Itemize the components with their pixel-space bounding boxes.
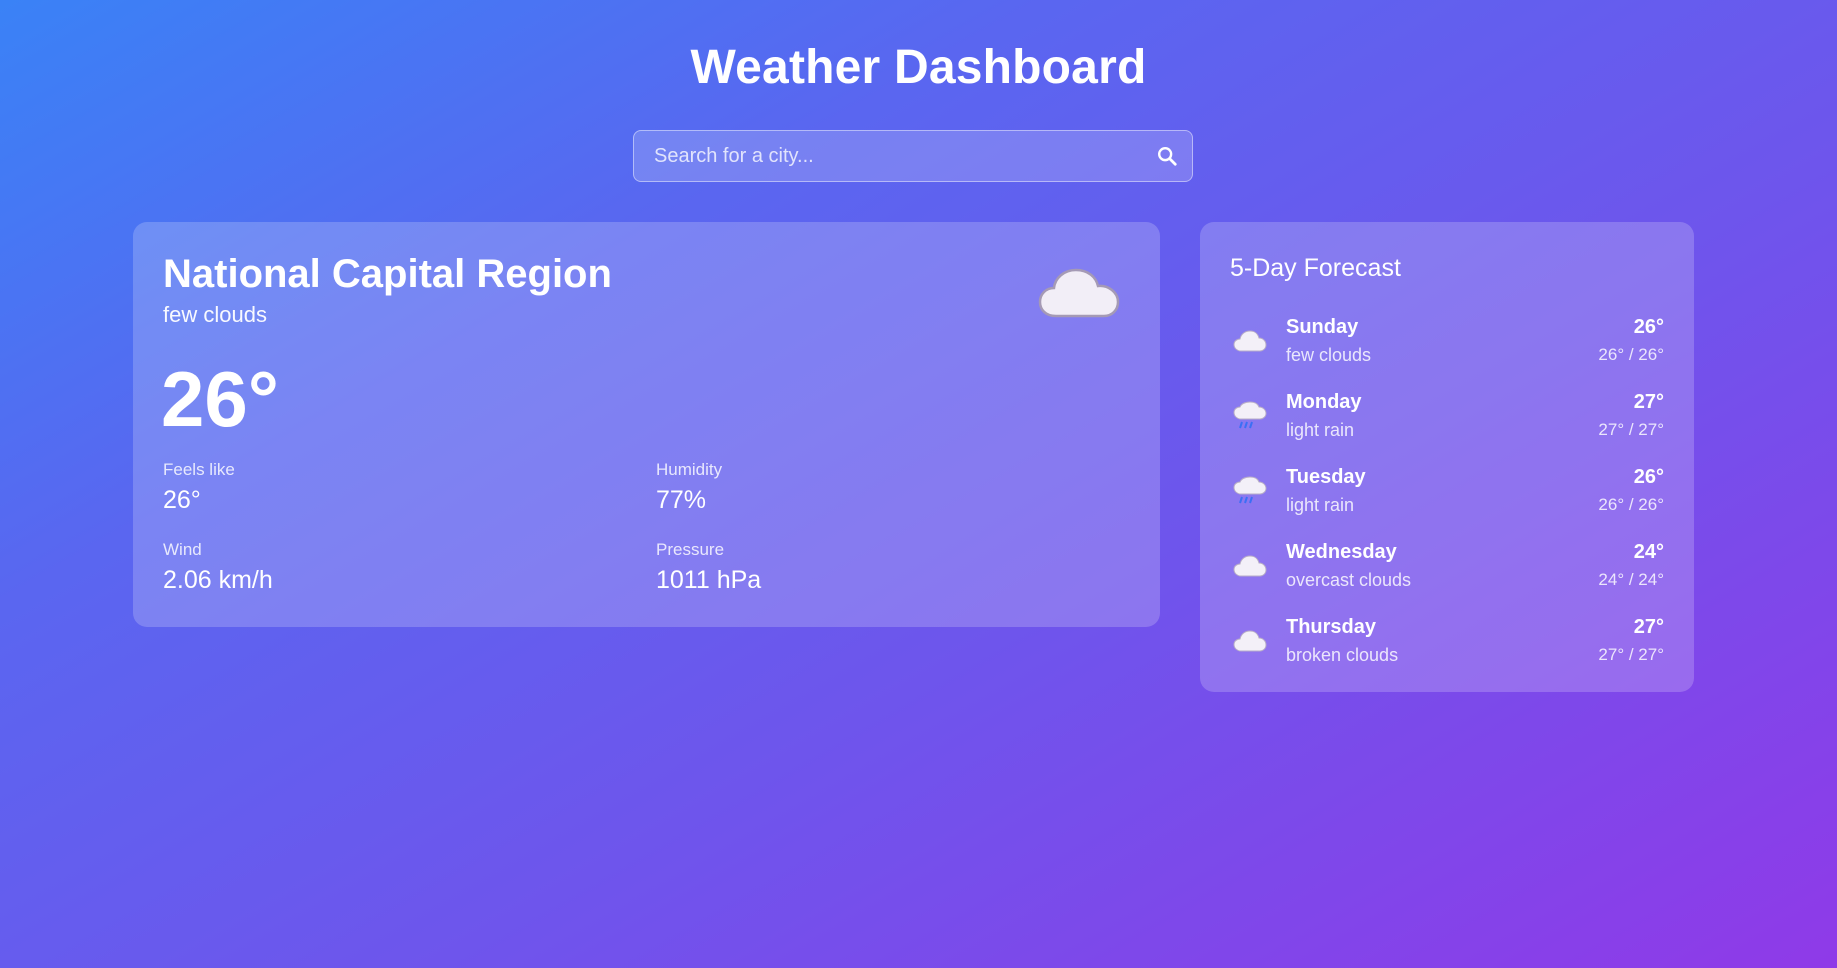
forecast-title: 5-Day Forecast <box>1230 254 1401 282</box>
cloud-icon <box>1230 321 1270 361</box>
current-temperature: 26° <box>161 355 279 443</box>
forecast-description: light rain <box>1286 419 1355 440</box>
city-name: National Capital Region <box>163 252 612 296</box>
forecast-temp: 26° <box>1633 466 1664 488</box>
forecast-row: Wednesday overcast clouds 24° 24° / 24° <box>1230 528 1664 603</box>
stat-label: Pressure <box>656 540 725 559</box>
stat-pressure: Pressure 1011 hPa <box>656 540 761 595</box>
forecast-description: broken clouds <box>1286 644 1399 665</box>
forecast-temp: 24° <box>1633 541 1664 563</box>
forecast-description: few clouds <box>1286 344 1372 365</box>
forecast-day: Tuesday <box>1286 465 1366 488</box>
forecast-row: Sunday few clouds 26° 26° / 26° <box>1230 303 1664 378</box>
forecast-temp: 27° <box>1633 616 1664 638</box>
cloud-icon <box>1038 264 1120 325</box>
stat-humidity: Humidity 77% <box>656 460 722 515</box>
forecast-day: Sunday <box>1286 315 1359 338</box>
cloud-icon <box>1230 621 1270 661</box>
forecast-range: 24° / 24° <box>1598 570 1664 589</box>
rain-cloud-icon <box>1230 396 1270 436</box>
stat-label: Humidity <box>656 460 723 479</box>
forecast-range: 27° / 27° <box>1598 420 1664 439</box>
forecast-day: Wednesday <box>1286 540 1397 563</box>
stat-value: 77% <box>656 486 707 514</box>
stat-value: 26° <box>163 486 201 514</box>
stat-label: Wind <box>163 540 202 559</box>
stat-label: Feels like <box>163 460 235 479</box>
forecast-range: 26° / 26° <box>1598 495 1664 514</box>
search-icon <box>1158 147 1177 166</box>
stat-wind: Wind 2.06 km/h <box>163 540 273 595</box>
weather-description: few clouds <box>163 302 267 327</box>
search-button[interactable] <box>1142 131 1192 181</box>
forecast-range: 26° / 26° <box>1598 345 1664 364</box>
forecast-list: Sunday few clouds 26° 26° / 26° Monday l… <box>1230 303 1664 678</box>
forecast-range: 27° / 27° <box>1598 645 1664 664</box>
forecast-temp: 26° <box>1633 316 1664 338</box>
search-bar <box>633 130 1193 182</box>
stat-value: 1011 hPa <box>656 566 762 594</box>
forecast-card: 5-Day Forecast Sunday few clouds 26° 26°… <box>1200 222 1694 692</box>
stat-value: 2.06 km/h <box>163 566 273 594</box>
forecast-day: Monday <box>1286 390 1362 413</box>
forecast-temp: 27° <box>1633 391 1664 413</box>
forecast-row: Monday light rain 27° 27° / 27° <box>1230 378 1664 453</box>
forecast-day: Thursday <box>1286 615 1377 638</box>
current-weather-card: National Capital Region few clouds 26° F… <box>133 222 1160 627</box>
forecast-description: overcast clouds <box>1286 569 1412 590</box>
forecast-row: Thursday broken clouds 27° 27° / 27° <box>1230 603 1664 678</box>
page-title: Weather Dashboard <box>690 41 1147 94</box>
forecast-row: Tuesday light rain 26° 26° / 26° <box>1230 453 1664 528</box>
forecast-description: light rain <box>1286 494 1355 515</box>
stat-feels-like: Feels like 26° <box>163 460 235 515</box>
search-input[interactable] <box>634 131 1142 181</box>
rain-cloud-icon <box>1230 471 1270 511</box>
cloud-icon <box>1230 546 1270 586</box>
